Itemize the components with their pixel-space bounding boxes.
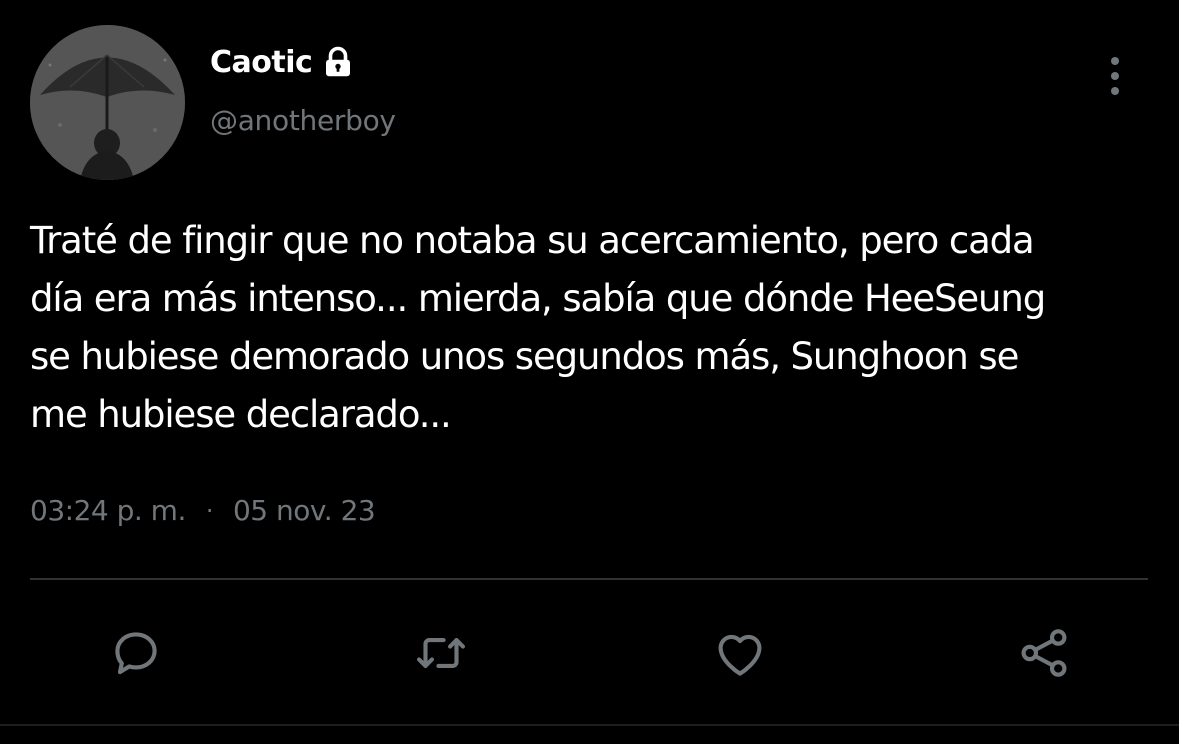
- share-button[interactable]: [1013, 622, 1075, 684]
- divider: [30, 578, 1148, 580]
- more-vertical-icon: [1111, 57, 1119, 95]
- share-icon: [1021, 629, 1067, 677]
- tweet-metadata: 03:24 p. m. · 05 nov. 23: [30, 494, 376, 527]
- reply-icon: [115, 632, 157, 675]
- reply-button[interactable]: [105, 622, 167, 684]
- tweet-time[interactable]: 03:24 p. m.: [30, 494, 186, 527]
- more-options-button[interactable]: [1096, 52, 1134, 100]
- retweet-icon: [416, 638, 466, 668]
- like-button[interactable]: [709, 622, 771, 684]
- retweet-button[interactable]: [410, 622, 472, 684]
- meta-separator: ·: [205, 496, 214, 525]
- tweet-text: Traté de fingir que no notaba su acercam…: [30, 219, 1046, 436]
- avatar[interactable]: [30, 25, 185, 180]
- umbrella-photo: [30, 25, 185, 180]
- bottom-divider: [0, 724, 1179, 726]
- user-handle[interactable]: @anotherboy: [210, 104, 396, 137]
- heart-icon: [718, 634, 762, 676]
- display-name-text: Caotic: [210, 44, 313, 80]
- display-name[interactable]: Caotic: [210, 44, 356, 80]
- lock-icon: [326, 46, 351, 77]
- tweet-date[interactable]: 05 nov. 23: [233, 494, 376, 527]
